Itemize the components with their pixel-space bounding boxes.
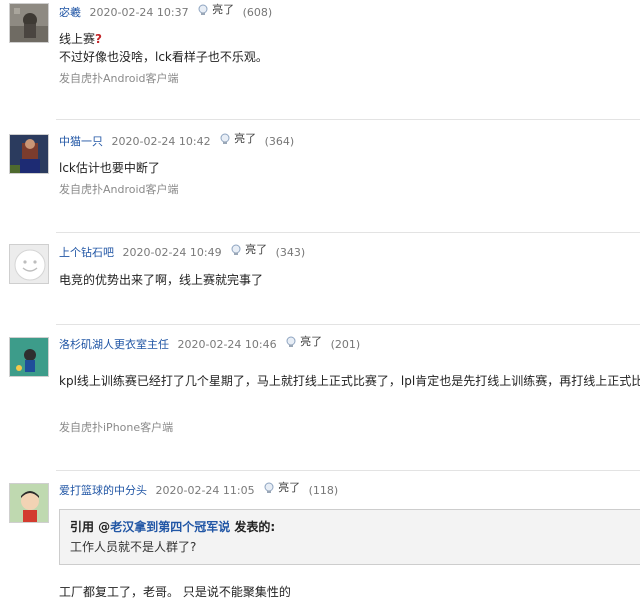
device-source: 发自虎扑Android客户端 [59, 72, 179, 85]
quote-header: 引用 @老汉拿到第四个冠军说 发表的: [70, 518, 275, 535]
content-text: 线上赛 [59, 32, 96, 46]
light-count: (118) [308, 484, 339, 497]
light-label: 亮了 [300, 335, 323, 348]
light-count: (364) [264, 135, 295, 148]
post-time: 2020-02-24 10:46 [177, 338, 277, 351]
post-time: 2020-02-24 10:37 [89, 6, 189, 19]
post-content: 线上赛? 不过好像也没啥，lck看样子也不乐观。 [59, 30, 268, 66]
light-label: 亮了 [278, 481, 301, 494]
device-source: 发自虎扑iPhone客户端 [59, 421, 174, 434]
light-label: 亮了 [245, 243, 268, 256]
quote-text: 工作人员就不是人群了? [70, 540, 197, 554]
post-content: kpl线上训练赛已经打了几个星期了，马上就打线上正式比赛了，lpl肯定也是先打线… [59, 374, 640, 388]
reply-post: 中猫一只 2020-02-24 10:42 亮了 (364) lck估计也要中断… [0, 120, 640, 233]
user-avatar[interactable] [9, 337, 49, 377]
light-button[interactable]: 亮了 [197, 3, 234, 17]
post-time: 2020-02-24 11:05 [155, 484, 255, 497]
content-text: 不过好像也没啥，lck看样子也不乐观。 [59, 50, 268, 64]
username-link[interactable]: 宓羲 [59, 6, 81, 19]
reply-post: 宓羲 2020-02-24 10:37 亮了 (608) 线上赛? 不过好像也没… [0, 0, 640, 120]
light-button[interactable]: 亮了 [285, 335, 322, 349]
post-time: 2020-02-24 10:49 [122, 246, 222, 259]
light-button[interactable]: 亮了 [219, 132, 256, 146]
quote-user-link[interactable]: 老汉拿到第四个冠军说 [110, 520, 230, 534]
username-link[interactable]: 中猫一只 [59, 135, 103, 148]
lightbulb-icon [286, 336, 296, 347]
reply-list: 宓羲 2020-02-24 10:37 亮了 (608) 线上赛? 不过好像也没… [0, 0, 640, 602]
lightbulb-icon [264, 482, 274, 493]
username-link[interactable]: 上个钻石吧 [59, 246, 114, 259]
user-avatar[interactable] [9, 134, 49, 174]
user-avatar[interactable] [9, 3, 49, 43]
user-avatar[interactable] [9, 483, 49, 523]
device-source: 发自虎扑Android客户端 [59, 183, 179, 196]
lightbulb-icon [198, 4, 208, 15]
quote-block: 引用 @老汉拿到第四个冠军说 发表的: 工作人员就不是人群了? [59, 509, 640, 565]
lightbulb-icon [231, 244, 241, 255]
username-link[interactable]: 爱打篮球的中分头 [59, 484, 147, 497]
post-content: 电竞的优势出来了啊，线上赛就完事了 [59, 273, 264, 287]
question-mark: ? [95, 32, 102, 46]
light-count: (608) [242, 6, 273, 19]
reply-post: 爱打篮球的中分头 2020-02-24 11:05 亮了 (118) 引用 @老… [0, 471, 640, 602]
light-count: (343) [275, 246, 306, 259]
reply-post: 上个钻石吧 2020-02-24 10:49 亮了 (343) 电竞的优势出来了… [0, 233, 640, 325]
quote-prefix: 引用 @ [70, 520, 111, 534]
lightbulb-icon [220, 133, 230, 144]
username-link[interactable]: 洛杉矶湖人更衣室主任 [59, 338, 169, 351]
reply-post: 洛杉矶湖人更衣室主任 2020-02-24 10:46 亮了 (201) kpl… [0, 325, 640, 471]
post-content: 工厂都复工了，老哥。 只是说不能聚集性的 [59, 585, 291, 599]
light-label: 亮了 [234, 132, 257, 145]
post-content: lck估计也要中断了 [59, 161, 160, 175]
user-avatar[interactable] [9, 244, 49, 284]
light-label: 亮了 [212, 3, 235, 16]
light-count: (201) [330, 338, 361, 351]
quote-suffix: 发表的: [230, 520, 276, 534]
light-button[interactable]: 亮了 [263, 481, 300, 495]
light-button[interactable]: 亮了 [230, 243, 267, 257]
post-time: 2020-02-24 10:42 [111, 135, 211, 148]
